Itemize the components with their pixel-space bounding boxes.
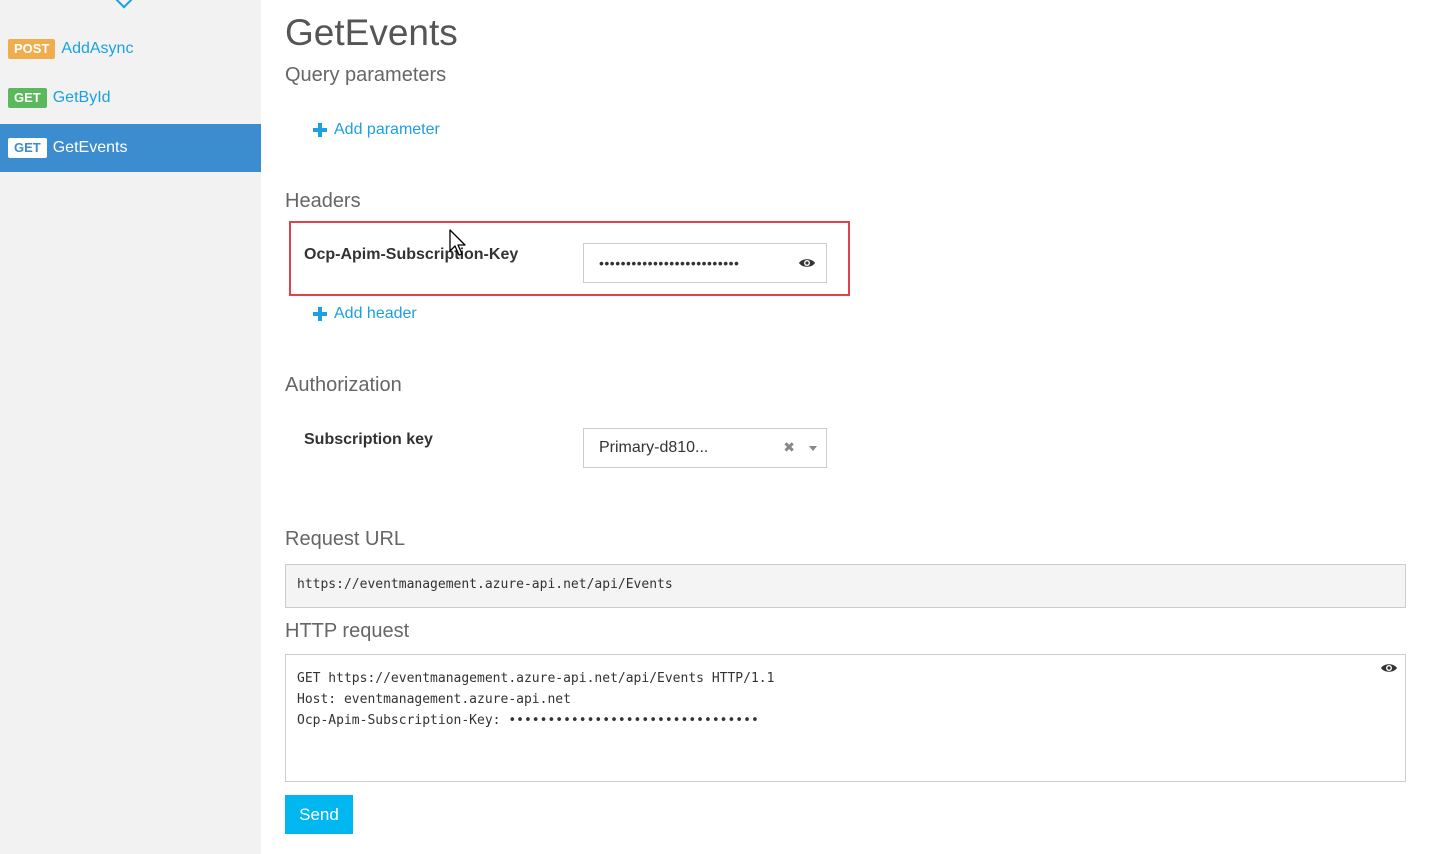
- sidebar: POST AddAsync GET GetById GET GetEvents: [0, 0, 261, 854]
- http-request-line: Ocp-Apim-Subscription-Key: •••••••••••••…: [297, 713, 759, 728]
- plus-icon: [313, 123, 327, 137]
- method-badge: GET: [8, 138, 47, 158]
- method-badge: POST: [8, 39, 56, 59]
- request-url-field: https://eventmanagement.azure-api.net/ap…: [285, 564, 1406, 608]
- subscription-key-select[interactable]: Primary-d810... ✖: [583, 428, 827, 468]
- http-request-line: Host: eventmanagement.azure-api.net: [297, 692, 571, 707]
- http-request-title: HTTP request: [285, 620, 410, 642]
- operation-get-events[interactable]: GET GetEvents: [0, 124, 261, 172]
- mouse-cursor-icon: [449, 229, 469, 262]
- request-url-title: Request URL: [285, 528, 406, 550]
- clear-icon[interactable]: ✖: [783, 439, 795, 456]
- authorization-title: Authorization: [285, 374, 402, 396]
- add-parameter-label: Add parameter: [334, 121, 440, 138]
- selected-value: Primary-d810...: [599, 439, 709, 456]
- chevron-down-icon[interactable]: [115, 0, 133, 9]
- plus-icon: [313, 307, 327, 321]
- eye-icon[interactable]: [798, 257, 816, 269]
- operation-name: GetEvents: [52, 139, 128, 156]
- send-button[interactable]: Send: [285, 795, 353, 834]
- add-header-label: Add header: [334, 305, 417, 322]
- header-key-label: Ocp-Apim-Subscription-Key: [304, 246, 519, 263]
- operation-name: GetById: [52, 89, 111, 106]
- operation-name: AddAsync: [61, 40, 134, 57]
- http-request-line: GET https://eventmanagement.azure-api.ne…: [297, 671, 775, 686]
- operation-get-by-id[interactable]: GET GetById: [0, 74, 261, 122]
- masked-value: ••••••••••••••••••••••••••: [599, 255, 740, 271]
- headers-title: Headers: [285, 190, 361, 212]
- method-badge: GET: [8, 88, 47, 108]
- subscription-key-label: Subscription key: [304, 431, 433, 448]
- chevron-down-icon[interactable]: [809, 446, 817, 451]
- add-parameter-link[interactable]: Add parameter: [313, 121, 440, 139]
- query-parameters-title: Query parameters: [285, 64, 447, 86]
- http-request-box: GET https://eventmanagement.azure-api.ne…: [285, 654, 1406, 782]
- eye-icon[interactable]: [1380, 662, 1398, 674]
- operation-add-async[interactable]: POST AddAsync: [0, 25, 261, 73]
- main-panel: GetEvents Query parameters Add parameter…: [285, 0, 1406, 854]
- add-header-link[interactable]: Add header: [313, 305, 417, 323]
- subscription-key-header-input[interactable]: ••••••••••••••••••••••••••: [583, 243, 827, 283]
- page-title: GetEvents: [285, 12, 458, 53]
